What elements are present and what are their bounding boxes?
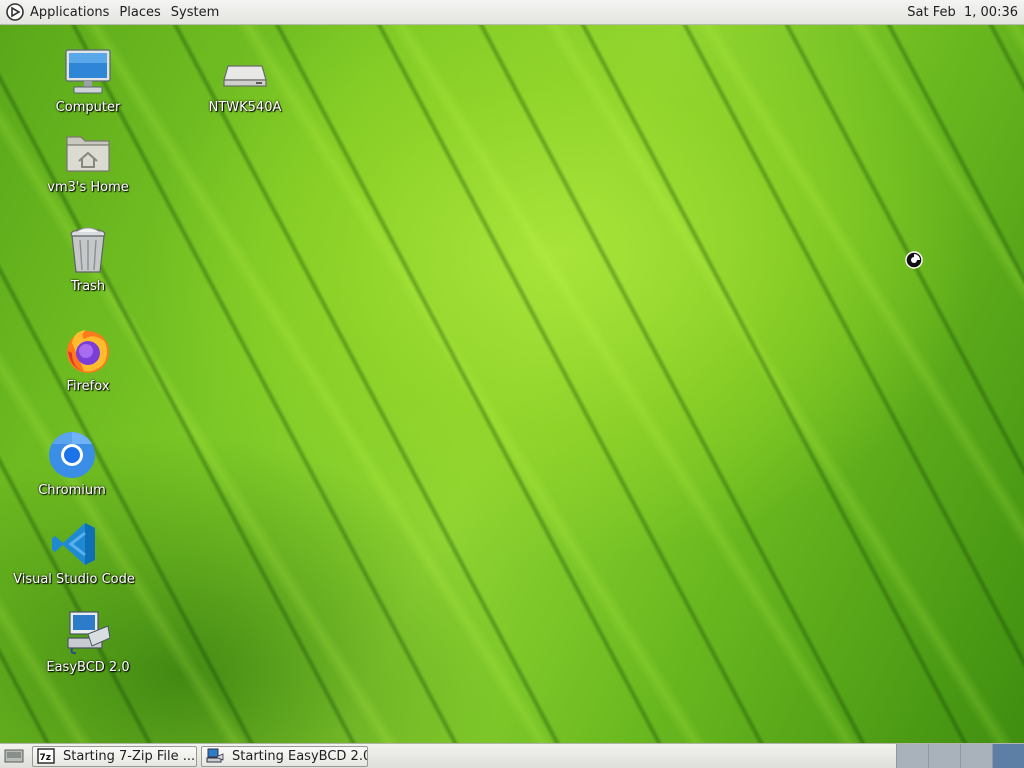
desktop-icon-label: Firefox (66, 379, 110, 394)
desktop[interactable]: Computer NTWK540A vm3's Home Trash Firef… (0, 25, 1024, 743)
applications-menu[interactable]: Applications (0, 0, 114, 24)
desktop-icon-label: EasyBCD 2.0 (46, 660, 130, 675)
drive-icon (223, 65, 267, 87)
firefox-icon (67, 330, 109, 373)
taskbar-item-7zip[interactable]: 7z Starting 7-Zip File ... (32, 745, 197, 767)
gnome-foot-icon (6, 3, 24, 21)
desktop-icon-label: Visual Studio Code (13, 572, 135, 587)
system-menu[interactable]: System (166, 0, 224, 24)
workspace-4[interactable] (992, 744, 1024, 768)
bottom-panel: 7z Starting 7-Zip File ... Starting Easy… (0, 743, 1024, 768)
vscode-icon (52, 523, 95, 565)
taskbar-item-label: Starting 7-Zip File ... (63, 748, 196, 764)
trash-icon (70, 227, 106, 273)
desktop-icon-label: NTWK540A (208, 100, 282, 115)
workspace-3[interactable] (960, 744, 992, 768)
show-desktop-button[interactable] (0, 744, 28, 768)
places-menu-label: Places (119, 4, 161, 20)
desktop-icon-ntwk540a[interactable]: NTWK540A (175, 46, 315, 115)
taskbar-item-easybcd[interactable]: Starting EasyBCD 2.0 (201, 745, 368, 767)
desktop-icon-computer[interactable]: Computer (18, 46, 158, 115)
taskbar-item-label: Starting EasyBCD 2.0 (232, 748, 368, 764)
desktop-icon-chromium[interactable]: Chromium (2, 429, 142, 498)
easybcd-icon (67, 611, 111, 655)
desktop-icon-label: vm3's Home (47, 180, 129, 195)
show-desktop-icon (4, 749, 24, 763)
desktop-icon-vscode[interactable]: Visual Studio Code (4, 518, 144, 587)
workspace-switcher (896, 744, 1024, 768)
desktop-icon-label: Computer (55, 100, 121, 115)
desktop-icon-firefox[interactable]: Firefox (18, 325, 158, 394)
top-panel: Applications Places System Sat Feb 1, 00… (0, 0, 1024, 25)
desktop-icon-label: Trash (70, 279, 106, 294)
computer-icon (65, 49, 111, 94)
system-menu-label: System (170, 4, 220, 20)
desktop-icon-trash[interactable]: Trash (18, 225, 158, 294)
home-folder-icon (66, 136, 110, 172)
clock-label: Sat Feb 1, 00:36 (907, 4, 1018, 20)
clock[interactable]: Sat Feb 1, 00:36 (907, 5, 1024, 20)
workspace-1[interactable] (896, 744, 928, 768)
7zip-icon: 7z (37, 748, 55, 764)
chromium-icon (49, 432, 95, 478)
applications-menu-label: Applications (30, 4, 110, 20)
desktop-icon-home[interactable]: vm3's Home (18, 126, 158, 195)
easybcd-icon (206, 748, 224, 763)
workspace-2[interactable] (928, 744, 960, 768)
svg-text:7z: 7z (40, 753, 52, 763)
desktop-icon-easybcd[interactable]: EasyBCD 2.0 (18, 606, 158, 675)
places-menu[interactable]: Places (114, 0, 165, 24)
desktop-icon-label: Chromium (38, 483, 106, 498)
busy-cursor-icon (905, 251, 923, 269)
